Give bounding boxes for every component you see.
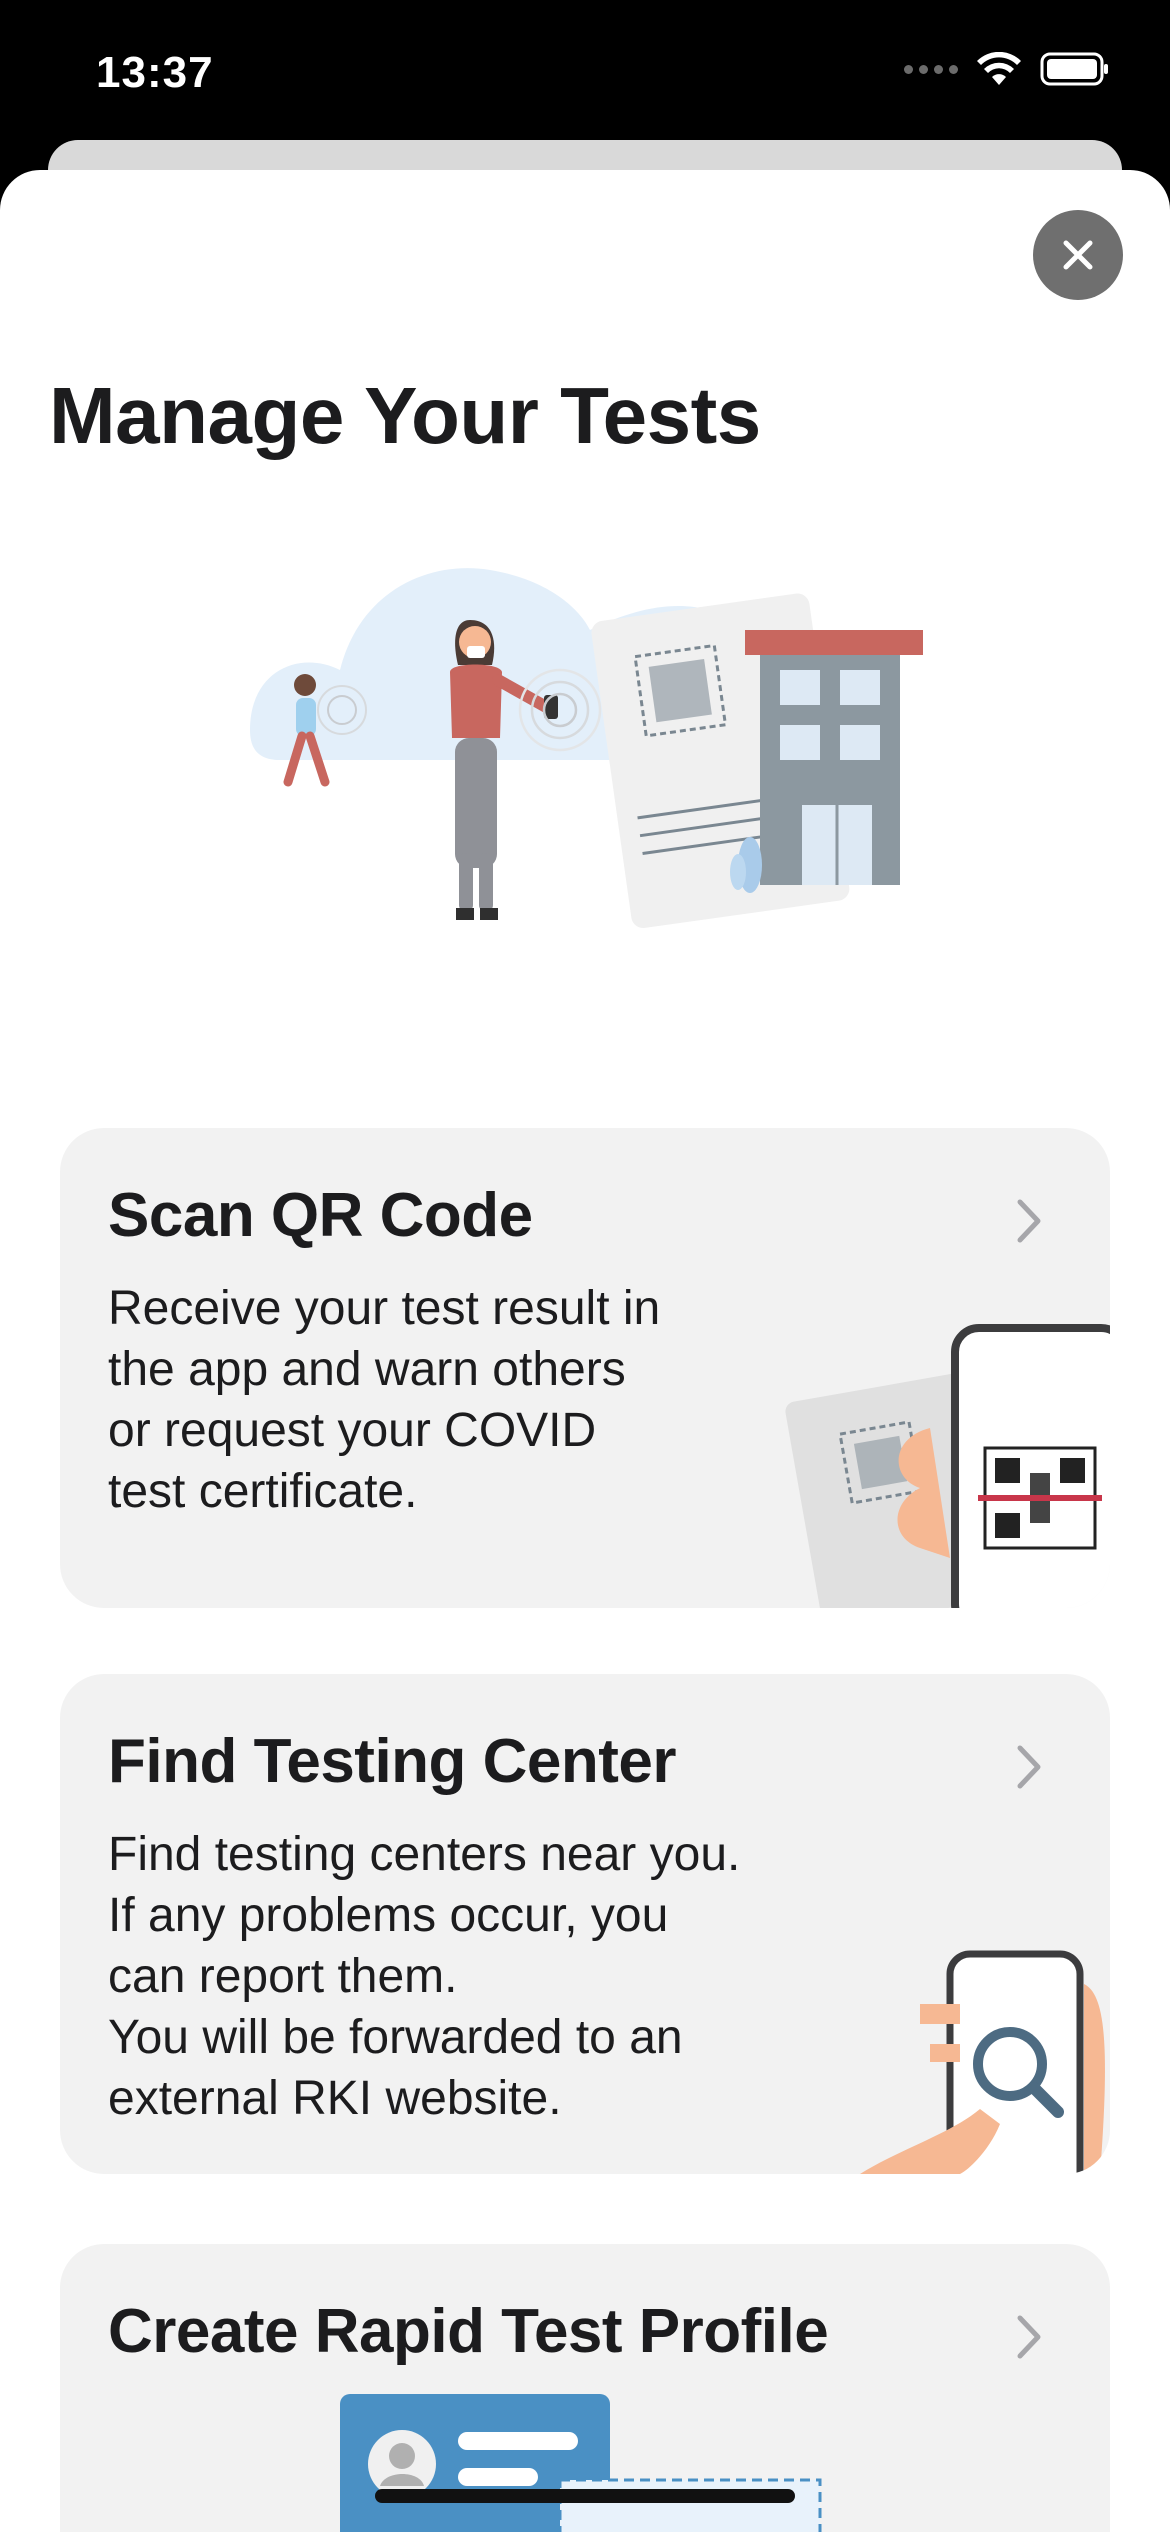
card-title: Scan QR Code [108, 1181, 533, 1250]
close-button[interactable] [1033, 210, 1123, 300]
chevron-right-icon [1017, 1745, 1041, 1789]
wifi-icon [977, 52, 1021, 85]
manage-tests-sheet: Manage Your Tests Scan QR Code Receive y… [0, 170, 1170, 2532]
status-bar: 13:37 [0, 0, 1170, 150]
battery-icon [1040, 52, 1108, 86]
card-title: Create Rapid Test Profile [108, 2297, 829, 2366]
chevron-right-icon [1017, 1199, 1041, 1243]
hero-illustration [250, 568, 923, 929]
status-time: 13:37 [96, 48, 214, 97]
card-description: Find testing centers near you. If any pr… [108, 1828, 741, 2125]
phone-search-illustration [860, 1950, 1105, 2174]
page-title: Manage Your Tests [49, 371, 761, 460]
cellular-signal-icon [904, 64, 958, 74]
home-indicator[interactable] [375, 2489, 795, 2503]
phone-scan-illustration [785, 1324, 1110, 1608]
find-testing-center-card[interactable]: Find Testing Center Find testing centers… [60, 1674, 1110, 2174]
scan-qr-code-card[interactable]: Scan QR Code Receive your test result in… [60, 1128, 1110, 1608]
status-icons [904, 52, 1110, 86]
card-title: Find Testing Center [108, 1727, 677, 1796]
close-icon [1063, 240, 1093, 270]
chevron-right-icon [1017, 2315, 1041, 2359]
card-description: Receive your test result in the app and … [108, 1282, 661, 1518]
profile-card-illustration [340, 2394, 822, 2532]
